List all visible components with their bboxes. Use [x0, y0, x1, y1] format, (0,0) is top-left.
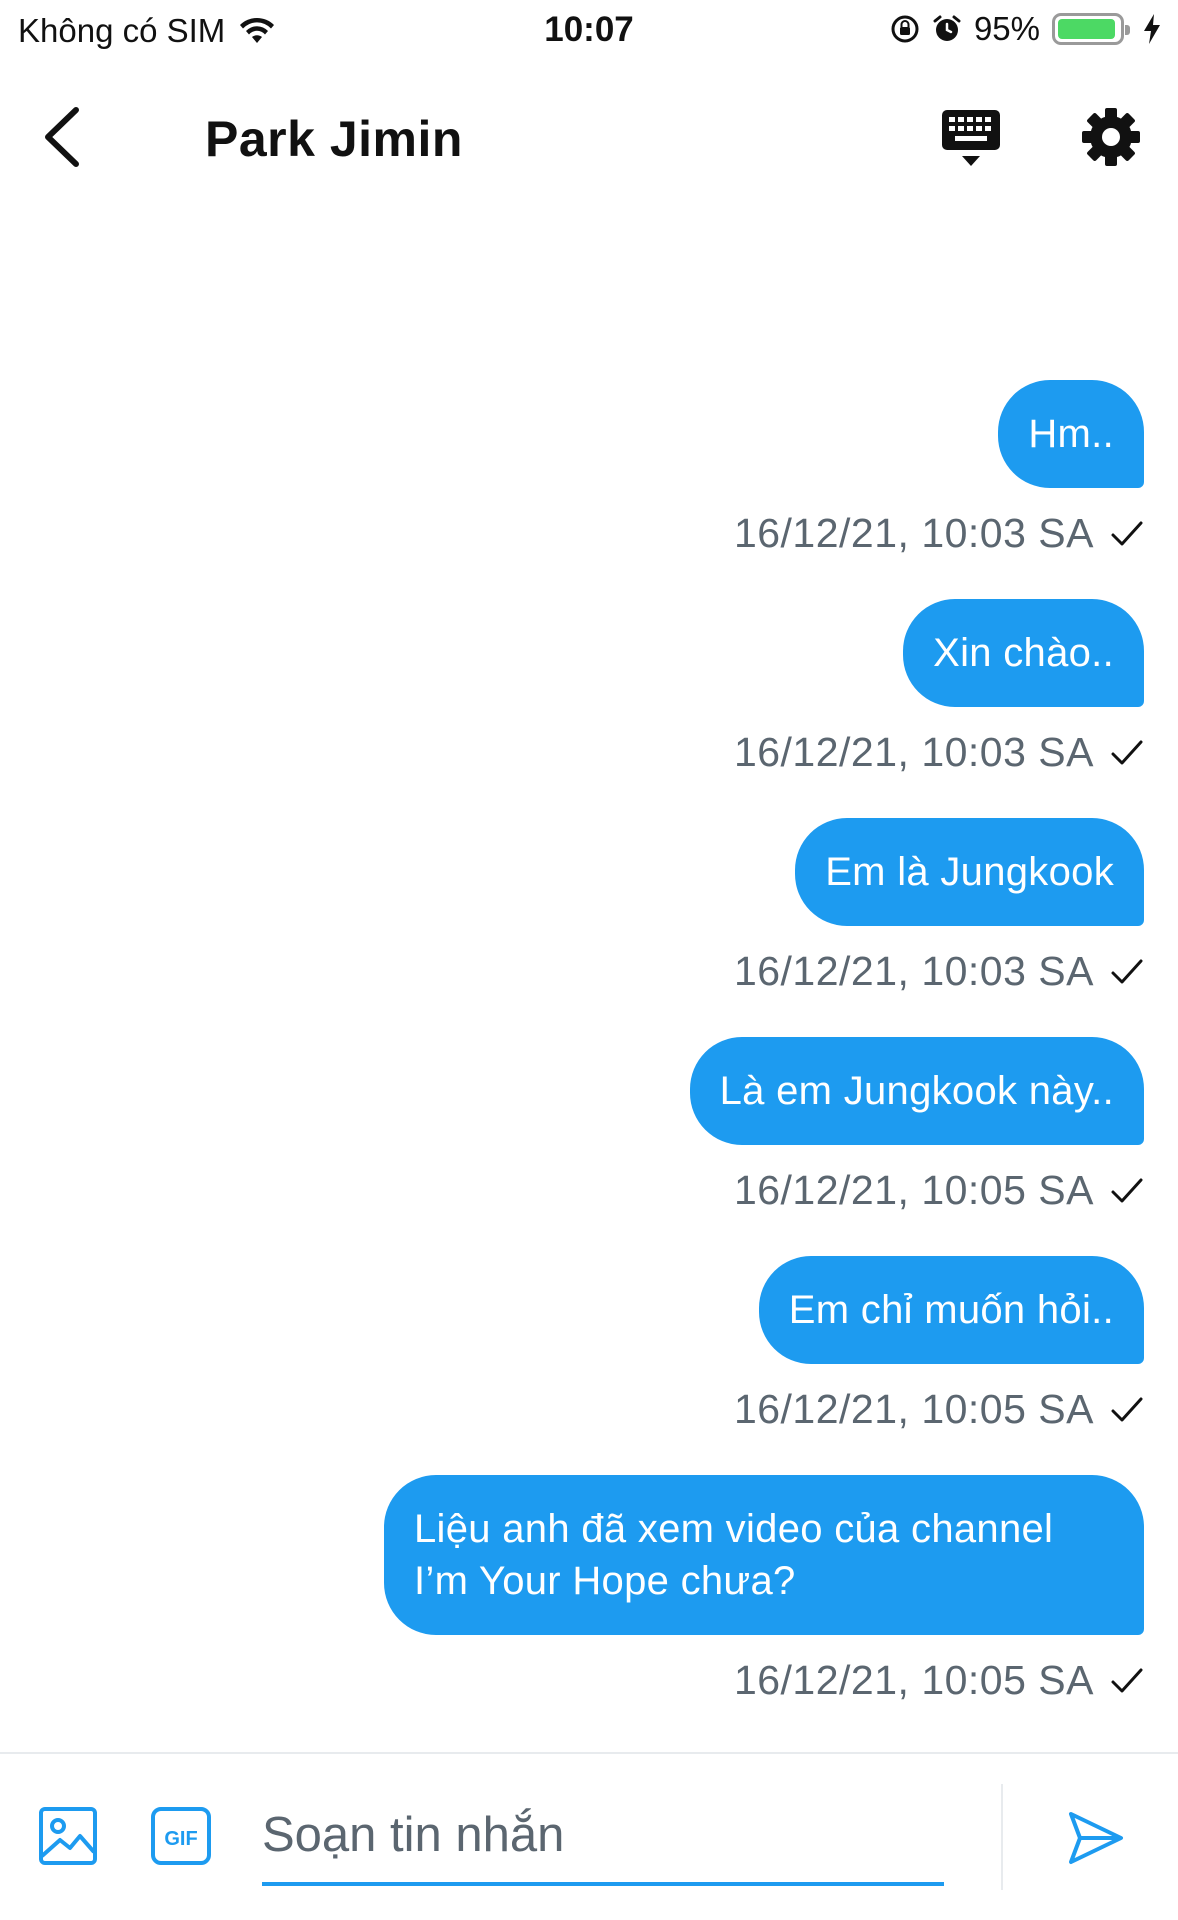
- send-button[interactable]: [1066, 1808, 1126, 1868]
- battery-icon: [1052, 13, 1130, 45]
- check-icon: [1111, 1668, 1143, 1692]
- message-input[interactable]: [262, 1788, 944, 1882]
- check-icon: [1111, 1178, 1143, 1202]
- keyboard-icon: [942, 110, 1000, 166]
- battery-level: [1058, 19, 1115, 39]
- message-bubble[interactable]: Em chỉ muốn hỏi..: [758, 1256, 1144, 1364]
- message-bubble[interactable]: Liệu anh đã xem video của channel I’m Yo…: [384, 1475, 1144, 1635]
- message-item: Em chỉ muốn hỏi.. 16/12/21, 10:05 SA: [0, 1256, 1178, 1433]
- message-item: Hm.. 16/12/21, 10:03 SA: [0, 380, 1178, 557]
- message-input-wrapper: [262, 1788, 944, 1886]
- gear-icon: [1082, 108, 1140, 166]
- message-timestamp: 16/12/21, 10:05 SA: [733, 1167, 1094, 1213]
- settings-button[interactable]: [1078, 104, 1144, 170]
- status-right: 95%: [890, 10, 1162, 48]
- message-timestamp: 16/12/21, 10:03 SA: [733, 948, 1094, 994]
- message-meta: 16/12/21, 10:05 SA: [734, 1386, 1144, 1433]
- check-icon: [1111, 959, 1143, 983]
- message-timestamp: 16/12/21, 10:03 SA: [733, 510, 1094, 556]
- message-item: Là em Jungkook này.. 16/12/21, 10:05 SA: [0, 1037, 1178, 1214]
- gif-icon: GIF: [151, 1807, 211, 1865]
- message-bubble[interactable]: Em là Jungkook: [795, 818, 1144, 926]
- attach-gif-button[interactable]: GIF: [150, 1806, 212, 1866]
- charging-icon: [1144, 14, 1160, 44]
- battery-percent: 95%: [973, 10, 1040, 47]
- check-icon: [1111, 1397, 1143, 1421]
- message-meta: 16/12/21, 10:03 SA: [734, 948, 1144, 995]
- attach-image-button[interactable]: [38, 1806, 98, 1866]
- check-icon: [1111, 521, 1143, 545]
- message-timestamp: 16/12/21, 10:05 SA: [733, 1657, 1094, 1703]
- chat-header: Park Jimin: [0, 62, 1178, 212]
- image-icon: [39, 1807, 97, 1865]
- check-icon: [1111, 740, 1143, 764]
- message-timestamp: 16/12/21, 10:05 SA: [733, 1386, 1094, 1432]
- message-timestamp: 16/12/21, 10:03 SA: [733, 729, 1094, 775]
- send-icon: [1069, 1812, 1123, 1864]
- chevron-left-icon: [45, 107, 79, 167]
- rotation-lock-icon: [891, 15, 919, 43]
- message-bubble[interactable]: Là em Jungkook này..: [689, 1037, 1144, 1145]
- keyboard-toggle-button[interactable]: [938, 106, 1004, 172]
- message-item: Em là Jungkook 16/12/21, 10:03 SA: [0, 818, 1178, 995]
- alarm-icon: [933, 15, 961, 41]
- message-meta: 16/12/21, 10:05 SA: [734, 1657, 1144, 1704]
- message-item: Liệu anh đã xem video của channel I’m Yo…: [0, 1475, 1178, 1704]
- message-item: Xin chào.. 16/12/21, 10:03 SA: [0, 599, 1178, 776]
- page-title: Park Jimin: [205, 111, 463, 167]
- message-composer: GIF: [0, 1752, 1178, 1920]
- message-list[interactable]: Hm.. 16/12/21, 10:03 SA Xin chào.. 16/12…: [0, 380, 1178, 1746]
- back-button[interactable]: [36, 102, 92, 172]
- message-bubble[interactable]: Xin chào..: [903, 599, 1144, 707]
- composer-divider: [1001, 1784, 1003, 1890]
- message-meta: 16/12/21, 10:03 SA: [734, 729, 1144, 776]
- message-meta: 16/12/21, 10:03 SA: [734, 510, 1144, 557]
- message-bubble[interactable]: Hm..: [998, 380, 1144, 488]
- status-bar: Không có SIM 10:07 95%: [0, 0, 1178, 62]
- svg-text:GIF: GIF: [164, 1828, 197, 1850]
- message-meta: 16/12/21, 10:05 SA: [734, 1167, 1144, 1214]
